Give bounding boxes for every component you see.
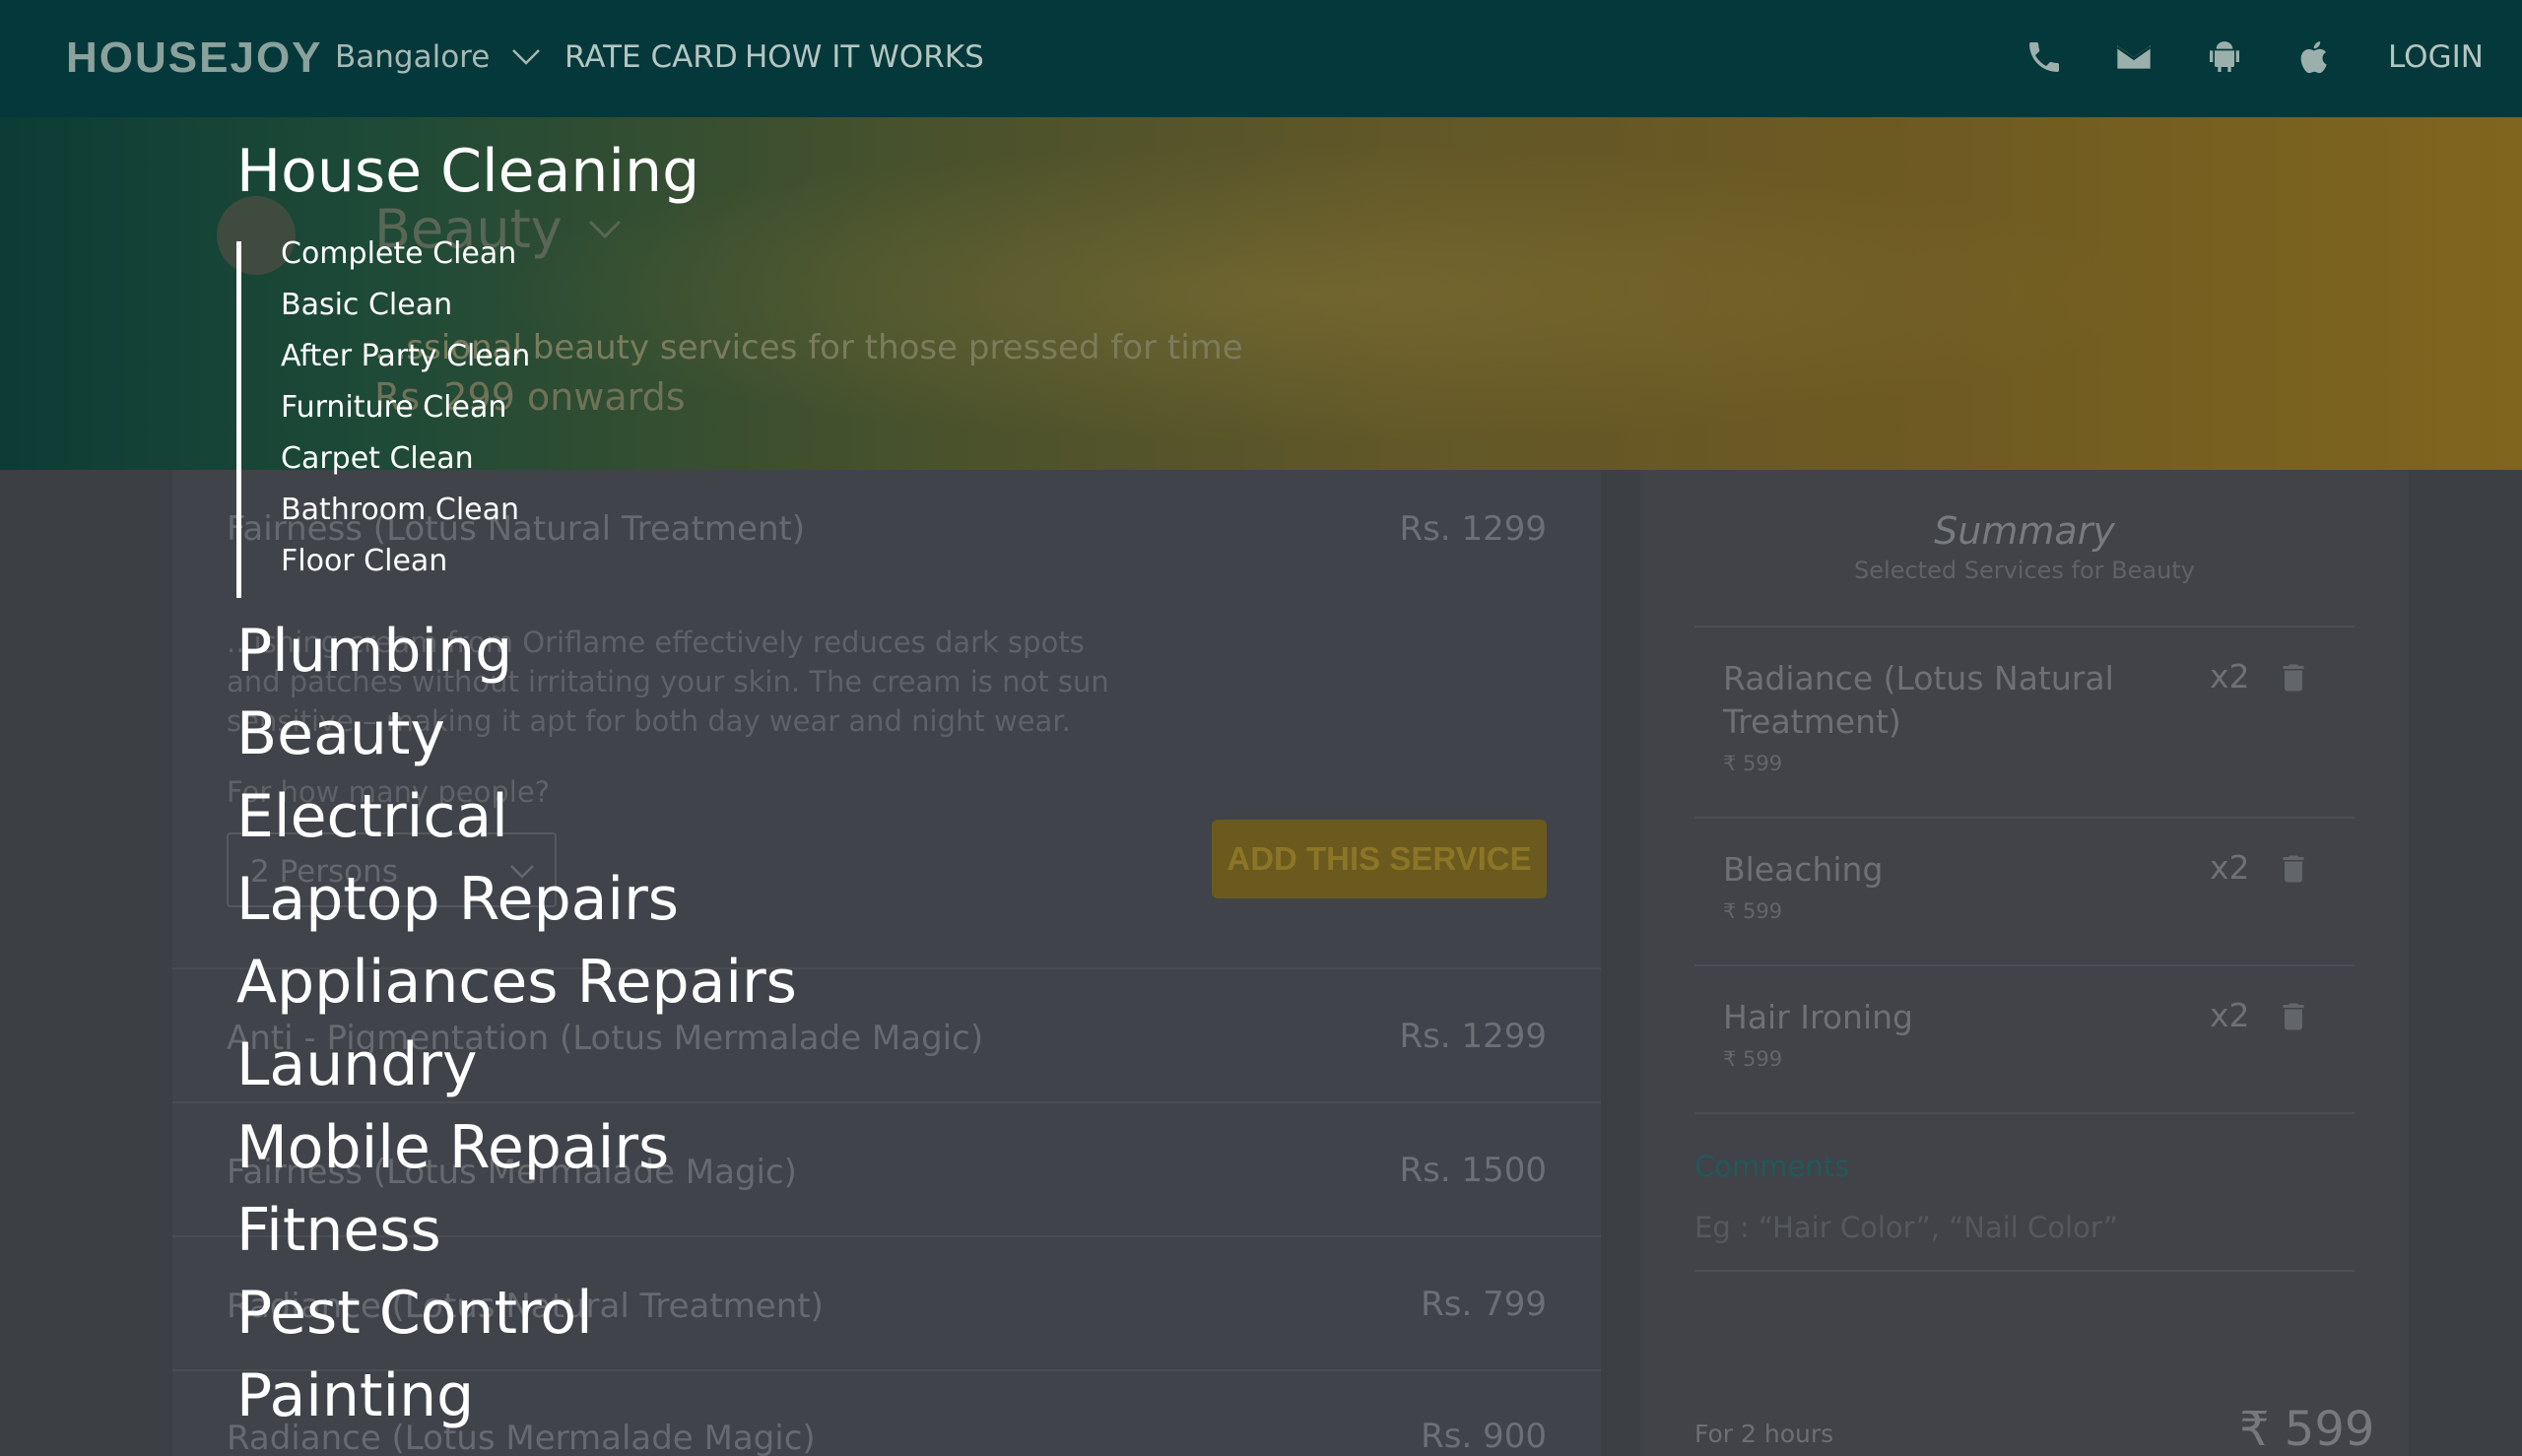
menu-category-pest-control[interactable]: Pest Control [236,1279,593,1348]
nav-how-it-works[interactable]: HOW IT WORKS [745,39,984,75]
login-link[interactable]: LOGIN [2388,39,2484,75]
menu-subitem-complete-clean[interactable]: Complete Clean [281,236,516,271]
apple-icon[interactable] [2295,37,2335,77]
menu-category-mobile-repairs[interactable]: Mobile Repairs [236,1113,669,1182]
menu-subitem-carpet-clean[interactable]: Carpet Clean [281,441,474,476]
nav-rate-card[interactable]: RATE CARD [564,39,738,75]
phone-icon[interactable] [2024,37,2064,77]
menu-subitem-floor-clean[interactable]: Floor Clean [281,544,447,578]
city-label: Bangalore [335,39,491,75]
menu-subitem-basic-clean[interactable]: Basic Clean [281,288,452,322]
menu-category-laptop-repairs[interactable]: Laptop Repairs [236,865,679,934]
menu-category-beauty[interactable]: Beauty [236,699,445,768]
menu-subitem-bathroom-clean[interactable]: Bathroom Clean [281,493,519,527]
mail-icon[interactable] [2114,37,2154,77]
menu-category-plumbing[interactable]: Plumbing [236,617,512,686]
chevron-down-icon [512,49,541,65]
menu-category-appliances-repairs[interactable]: Appliances Repairs [236,948,797,1017]
menu-category-painting[interactable]: Painting [236,1361,474,1430]
submenu-indicator [236,241,241,598]
menu-category-electrical[interactable]: Electrical [236,782,508,851]
menu-category-house-cleaning[interactable]: House Cleaning [236,137,699,206]
city-selector[interactable]: Bangalore [335,39,541,75]
menu-category-laundry[interactable]: Laundry [236,1030,478,1099]
menu-subitem-after-party-clean[interactable]: After Party Clean [281,339,530,373]
top-header: HOUSEJOY Bangalore RATE CARD HOW IT WORK… [0,0,2522,117]
menu-subitem-furniture-clean[interactable]: Furniture Clean [281,390,506,425]
android-icon[interactable] [2205,37,2244,77]
services-menu-overlay: House Cleaning Complete Clean Basic Clea… [0,117,2522,1456]
housejoy-logo[interactable]: HOUSEJOY [66,33,323,83]
menu-category-fitness[interactable]: Fitness [236,1196,441,1265]
